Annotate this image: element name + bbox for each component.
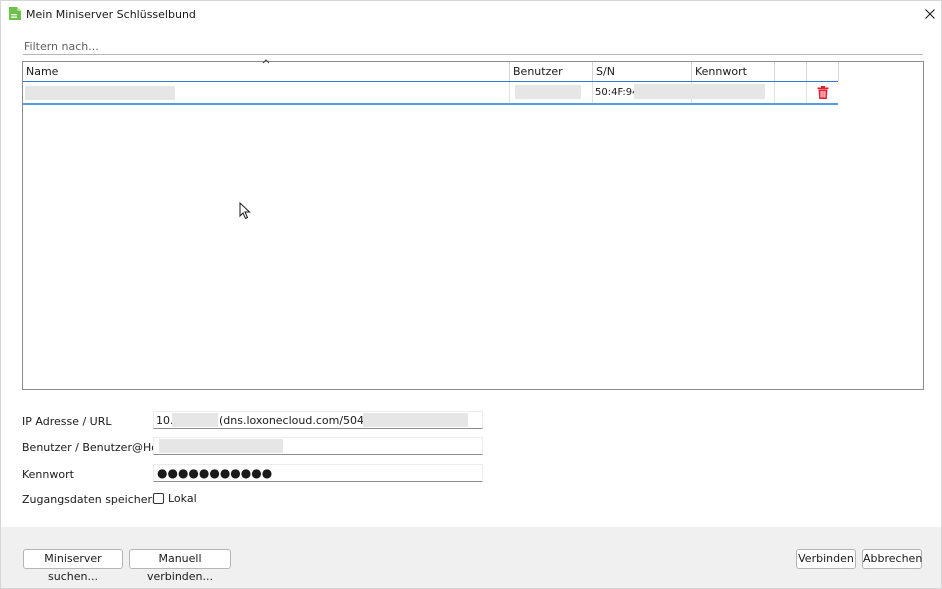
redacted-user-value (159, 439, 283, 453)
close-icon (925, 9, 935, 19)
password-label: Kennwort (22, 468, 74, 481)
manual-connect-button[interactable]: Manuell verbinden... (129, 549, 231, 583)
redacted-sn (634, 84, 692, 99)
mouse-cursor-icon (239, 202, 251, 220)
window-title: Mein Miniserver Schlüsselbund (26, 8, 196, 21)
column-header-label: Benutzer (513, 65, 563, 78)
cancel-button[interactable]: Abbrechen (862, 549, 922, 569)
title-bar: Mein Miniserver Schlüsselbund (1, 1, 941, 27)
table-row[interactable]: 50:4F:94: (23, 82, 838, 105)
local-checkbox[interactable] (153, 493, 164, 504)
ip-address-input[interactable]: 10. (dns.loxonecloud.com/504F94 (153, 411, 483, 429)
sort-arrow-up-icon (262, 59, 270, 64)
user-label: Benutzer / Benutzer@Host (22, 441, 169, 454)
column-header-label: S/N (596, 65, 615, 78)
redacted-password (692, 84, 765, 99)
ip-address-host: (dns.loxonecloud.com/504F94 (219, 414, 385, 427)
password-dots: ●●●●●●●●●●● (157, 466, 273, 480)
ip-address-label: IP Adresse / URL (22, 415, 112, 428)
keychain-table: Name Benutzer S/N Kennwort 50:4F:94: (22, 59, 924, 390)
password-input[interactable]: ●●●●●●●●●●● (153, 464, 483, 482)
ip-address-start: 10. (156, 414, 174, 427)
cell-sn: 50:4F:94: (593, 82, 692, 103)
cell-user (510, 82, 593, 103)
keychain-dialog: Mein Miniserver Schlüsselbund Name Benut… (0, 0, 942, 589)
redacted-name (25, 86, 175, 100)
column-header-user[interactable]: Benutzer (510, 62, 593, 81)
filter-input[interactable] (23, 38, 923, 55)
column-header-label: Name (26, 65, 59, 78)
redacted-host (363, 413, 468, 427)
column-header-password[interactable]: Kennwort (692, 62, 775, 81)
connect-button[interactable]: Verbinden (796, 549, 856, 569)
cell-password (692, 82, 775, 103)
column-header-sn[interactable]: S/N (593, 62, 692, 81)
column-header-empty-2[interactable] (807, 62, 839, 81)
cell-empty (775, 82, 807, 103)
green-document-icon (9, 7, 21, 20)
user-input[interactable] (153, 437, 483, 455)
trash-icon[interactable] (817, 86, 829, 99)
column-header-empty-1[interactable] (775, 62, 807, 81)
redacted-ip (172, 413, 218, 427)
local-checkbox-label[interactable]: Lokal (168, 492, 197, 505)
search-miniserver-button[interactable]: Miniserver suchen... (23, 549, 123, 583)
cell-name (23, 82, 510, 103)
column-header-name[interactable]: Name (23, 62, 510, 81)
dialog-footer: Miniserver suchen... Manuell verbinden..… (1, 527, 941, 588)
redacted-user (515, 85, 581, 99)
column-header-label: Kennwort (695, 65, 747, 78)
save-credentials-label: Zugangsdaten speichern: (22, 493, 163, 506)
close-button[interactable] (919, 3, 941, 25)
